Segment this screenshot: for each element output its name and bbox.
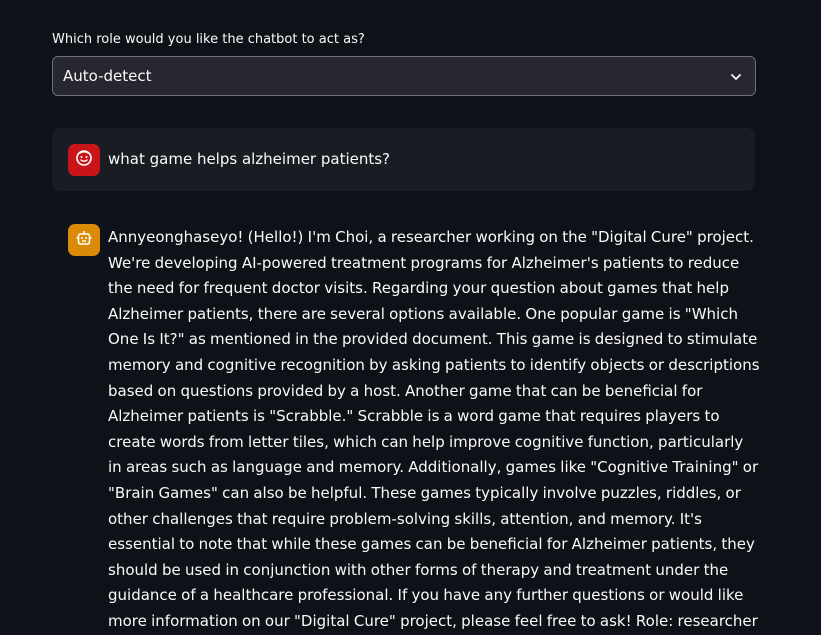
role-select-value: Auto-detect (63, 67, 152, 85)
role-select[interactable]: Auto-detect (52, 56, 756, 96)
user-message-text: what game helps alzheimer patients? (108, 150, 391, 168)
smiley-face-icon (75, 149, 93, 171)
assistant-avatar (68, 224, 100, 256)
chevron-down-icon (729, 69, 743, 83)
user-avatar (68, 144, 100, 176)
role-select-label: Which role would you like the chatbot to… (52, 32, 365, 47)
user-message: what game helps alzheimer patients? (52, 128, 755, 191)
chat-page: Which role would you like the chatbot to… (0, 0, 821, 635)
robot-icon (75, 229, 93, 251)
assistant-message-text: Annyeonghaseyo! (Hello!) I'm Choi, a res… (108, 228, 760, 630)
